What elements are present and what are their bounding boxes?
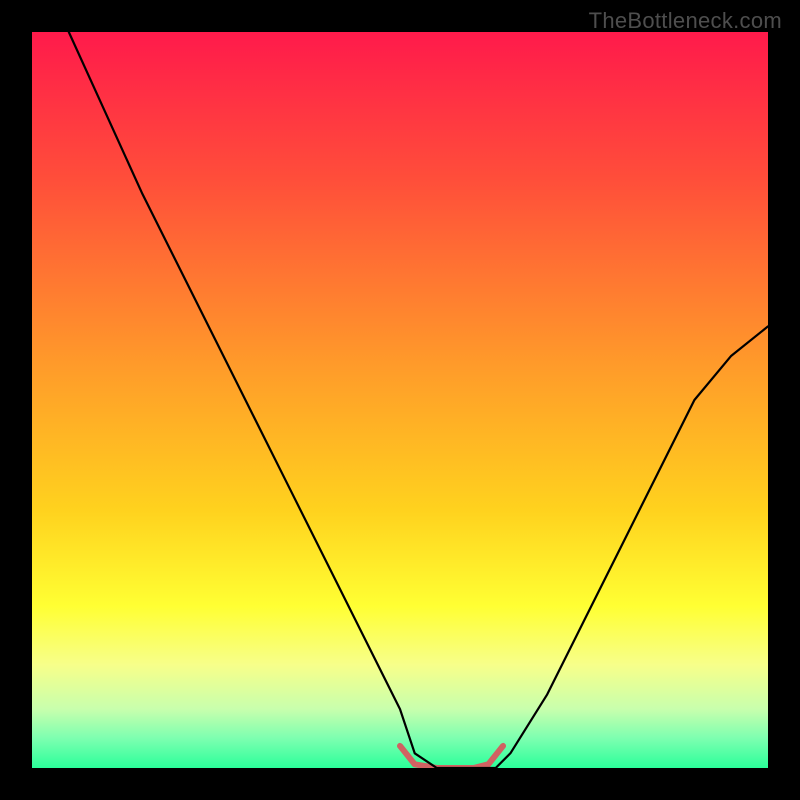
chart-frame: TheBottleneck.com [0,0,800,800]
watermark-label: TheBottleneck.com [589,8,782,34]
curve-layer [32,32,768,768]
plot-area [32,32,768,768]
bottom-accent [400,746,503,768]
main-curve [69,32,768,768]
